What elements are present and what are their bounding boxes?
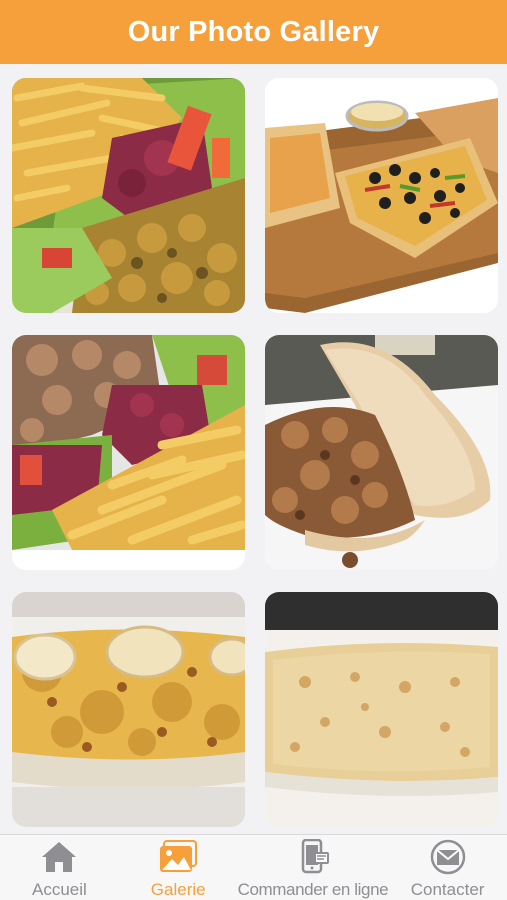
gallery-photo-kebab-fries[interactable]	[12, 335, 245, 570]
tab-contacter[interactable]: Contacter	[388, 835, 507, 900]
tab-galerie[interactable]: Galerie	[119, 835, 238, 900]
app-header: Our Photo Gallery	[0, 0, 507, 64]
gallery-photo-pizza-board[interactable]	[265, 78, 498, 313]
tab-commander-en-ligne[interactable]: Commander en ligne	[238, 835, 389, 900]
envelope-icon	[428, 839, 468, 875]
tab-accueil-label: Accueil	[31, 880, 87, 899]
page-title: Our Photo Gallery	[127, 15, 380, 48]
tab-galerie-label: Galerie	[150, 880, 206, 899]
phone-order-icon	[293, 839, 333, 875]
photos-icon	[158, 839, 198, 875]
gallery-photo-fries-chicken[interactable]	[12, 78, 245, 313]
photo-gallery-grid	[0, 64, 507, 834]
tab-bar: Accueil Galerie Commander en ligne Conta…	[0, 834, 507, 900]
gallery-photo-cheese-gratin[interactable]	[12, 592, 245, 827]
tab-accueil[interactable]: Accueil	[0, 835, 119, 900]
gallery-photo-grilled-wrap[interactable]	[265, 592, 498, 827]
house-icon	[39, 839, 79, 875]
tab-contacter-label: Contacter	[410, 880, 485, 899]
tab-commander-en-ligne-label: Commander en ligne	[237, 880, 389, 899]
gallery-photo-kebab-pita[interactable]	[265, 335, 498, 570]
